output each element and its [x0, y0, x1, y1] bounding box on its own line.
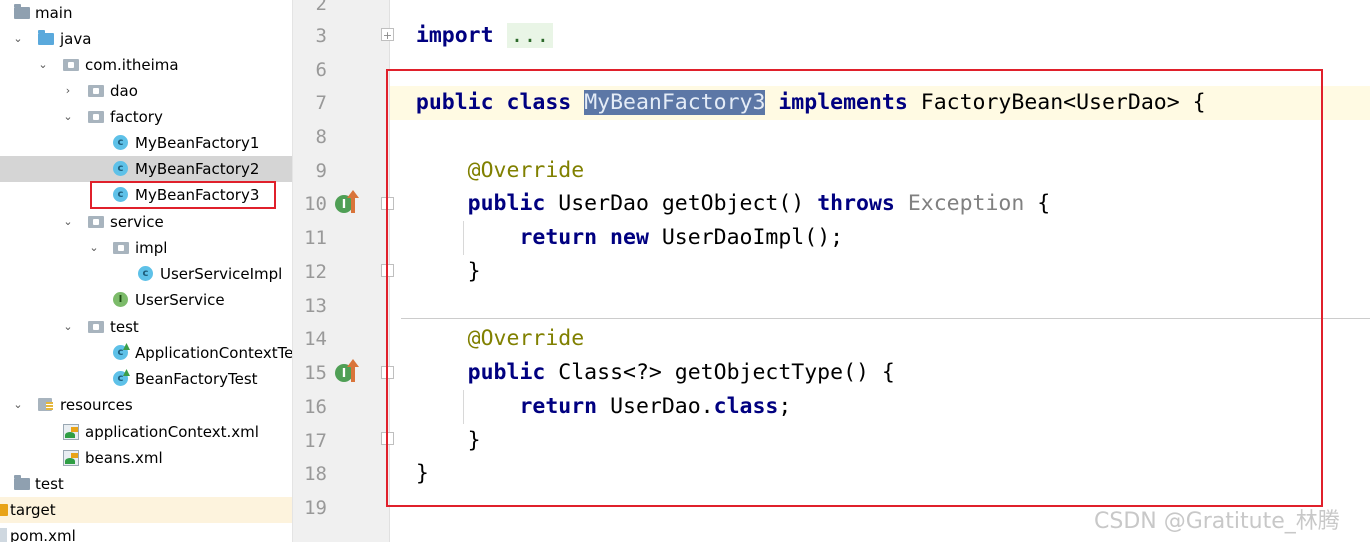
tree-item-java[interactable]: ⌄ java	[0, 26, 292, 52]
highlight-box-tree	[90, 181, 276, 209]
line-number: 12	[304, 261, 327, 283]
test-class-icon: c	[113, 369, 130, 386]
tree-item-factory[interactable]: ⌄ factory	[0, 104, 292, 130]
chevron-down-icon[interactable]: ⌄	[88, 235, 100, 261]
package-icon	[88, 321, 104, 333]
package-icon	[88, 111, 104, 123]
highlight-box-code	[386, 69, 1323, 507]
chevron-down-icon[interactable]: ⌄	[62, 104, 74, 130]
line-number: 15	[304, 362, 327, 384]
line-number: 13	[304, 295, 327, 317]
tree-item-dao[interactable]: › dao	[0, 78, 292, 104]
package-icon	[113, 242, 129, 254]
chevron-down-icon[interactable]: ⌄	[62, 209, 74, 235]
tree-item-service[interactable]: ⌄ service	[0, 209, 292, 235]
line-number: 19	[304, 497, 327, 519]
line-number: 18	[304, 463, 327, 485]
tree-item-com-itheima[interactable]: ⌄ com.itheima	[0, 52, 292, 78]
line-number: 7	[315, 92, 327, 114]
tree-item-userservice[interactable]: I UserService	[0, 287, 292, 313]
tree-item-mybeanfactory1[interactable]: c MyBeanFactory1	[0, 130, 292, 156]
go-to-super-arrow-icon[interactable]	[351, 364, 355, 382]
line-number: 3	[315, 25, 327, 47]
class-icon: c	[113, 161, 128, 176]
tree-item-userserviceimpl[interactable]: c UserServiceImpl	[0, 261, 292, 287]
folder-icon	[14, 475, 30, 490]
tree-item-pom-xml[interactable]: pom.xml	[0, 523, 292, 542]
line-number: 8	[315, 126, 327, 148]
tree-item-target[interactable]: target	[0, 497, 292, 523]
line-number: 11	[304, 227, 327, 249]
line-number: 9	[315, 160, 327, 182]
line-number: 2	[315, 0, 327, 15]
folder-icon	[0, 504, 8, 516]
class-icon: c	[113, 135, 128, 150]
package-icon	[63, 59, 79, 71]
watermark: CSDN @Gratitute_林腾	[1094, 509, 1340, 534]
go-to-super-arrow-icon[interactable]	[351, 195, 355, 213]
tree-item-resources[interactable]: ⌄ resources	[0, 392, 292, 418]
interface-icon: I	[113, 292, 128, 307]
folded-imports[interactable]: ...	[506, 23, 554, 48]
package-icon	[88, 216, 104, 228]
tree-item-mybeanfactory2[interactable]: c MyBeanFactory2	[0, 156, 292, 182]
tree-item-applicationcontext-xml[interactable]: applicationContext.xml	[0, 419, 292, 445]
source-folder-icon	[38, 30, 54, 45]
folder-icon	[14, 4, 30, 19]
resources-folder-icon	[38, 398, 53, 411]
xml-file-icon	[63, 424, 79, 440]
line-number: 14	[304, 328, 327, 350]
tree-item-test-package[interactable]: ⌄ test	[0, 314, 292, 340]
tree-item-test-folder[interactable]: test	[0, 471, 292, 497]
tree-item-beans-xml[interactable]: beans.xml	[0, 445, 292, 471]
package-icon	[88, 85, 104, 97]
code-line-3: import ...	[390, 19, 1370, 53]
line-number: 17	[304, 430, 327, 452]
chevron-down-icon[interactable]: ⌄	[37, 52, 49, 78]
chevron-down-icon[interactable]: ⌄	[12, 26, 24, 52]
line-number: 6	[315, 59, 327, 81]
tree-item-beanfactorytest[interactable]: c BeanFactoryTest	[0, 366, 292, 392]
tree-item-applicationcontexttest[interactable]: c ApplicationContextTe	[0, 340, 292, 366]
xml-file-icon	[63, 450, 79, 466]
class-icon: c	[138, 266, 153, 281]
test-class-icon: c	[113, 343, 130, 360]
chevron-down-icon[interactable]: ⌄	[62, 314, 74, 340]
chevron-right-icon[interactable]: ›	[62, 78, 74, 104]
project-tree: main ⌄ java ⌄ com.itheima › dao ⌄ factor…	[0, 0, 293, 542]
line-number: 10	[304, 193, 327, 215]
editor-gutter: 2 3 6 7 8 9 10 11 12 13 14 15 16 17 18 1…	[293, 0, 394, 542]
tree-item-main[interactable]: main	[0, 0, 292, 26]
line-number: 16	[304, 396, 327, 418]
chevron-down-icon[interactable]: ⌄	[12, 392, 24, 418]
tree-item-impl[interactable]: ⌄ impl	[0, 235, 292, 261]
file-icon	[0, 528, 7, 542]
